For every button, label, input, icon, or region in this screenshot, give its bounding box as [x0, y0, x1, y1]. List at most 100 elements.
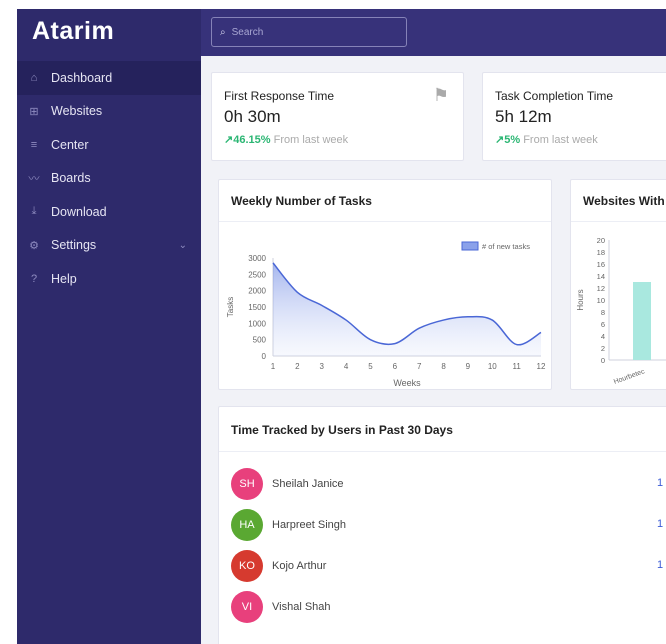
legend-swatch	[461, 241, 479, 251]
sidebar-item-settings[interactable]: ⚙ Settings ⌄	[17, 229, 201, 263]
search-input[interactable]: ⌕ Search	[211, 17, 407, 47]
sidebar-item-label: Help	[51, 271, 77, 286]
gear-icon: ⚙	[29, 239, 39, 252]
y-tick-label: 2000	[248, 287, 266, 296]
avatar: VI	[231, 591, 263, 623]
weekly-tasks-chart: 0500100015002000250030001 2 3 4 5 6 7 8 9 10 11 12W…	[226, 241, 546, 388]
download-icon: ⤓	[31, 205, 37, 218]
series-area	[273, 262, 541, 356]
websites-card: Websites With 0 2 4 6 8 10 12 14 16 18 20 Hours Hour…	[570, 179, 666, 390]
list-icon: ≡	[30, 138, 38, 151]
websites-chart: 0 2 4 6 8 10 12 14 16 18 20 Hours Hourbetec	[576, 236, 666, 386]
time-tracked-card: Time Tracked by Users in Past 30 Days SH…	[218, 406, 666, 644]
sidebar-item-label: Dashboard	[51, 70, 113, 85]
legend-label: # of new tasks	[482, 242, 530, 251]
avatar: KO	[231, 550, 263, 582]
y-tick-label: 1000	[248, 319, 266, 328]
bar	[633, 282, 651, 360]
user-value: 1	[657, 477, 664, 489]
y-tick-label: 500	[253, 336, 267, 345]
y-tick-label: 1500	[248, 303, 266, 312]
sidebar-item-label: Download	[51, 204, 107, 219]
y-tick-label: 4	[601, 332, 605, 341]
x-tick-label: 12	[537, 362, 546, 371]
sidebar-item-help[interactable]: ? Help	[17, 262, 201, 296]
stat-title: Task Completion Time	[495, 89, 614, 103]
user-value: 1	[657, 518, 664, 530]
atarim-logo[interactable]: Atarim	[32, 17, 114, 46]
stat-trend: ↗46.15% From last week	[224, 133, 348, 146]
user-value: 1	[657, 559, 664, 571]
y-tick-label: 12	[597, 284, 605, 293]
y-tick-label: 14	[597, 272, 605, 281]
user-row[interactable]: HA Harpreet Singh	[231, 509, 346, 541]
checkered-flag-icon: ⚑	[432, 85, 449, 105]
sidebar-item-center[interactable]: ≡ Center	[17, 128, 201, 162]
grid-icon: ⊞	[29, 105, 39, 118]
y-tick-label: 3000	[248, 254, 266, 263]
task-completion-card: Task Completion Time 5h 12m ↗5% From las…	[482, 72, 666, 161]
y-axis-label: Hours	[576, 289, 585, 310]
stat-trend: ↗5% From last week	[495, 133, 598, 146]
user-row[interactable]: SH Sheilah Janice	[231, 468, 344, 500]
x-axis-label: Weeks	[393, 378, 421, 388]
x-tick-label: 2	[295, 362, 300, 371]
y-tick-label: 0	[262, 352, 267, 361]
x-tick-label: 4	[344, 362, 349, 371]
x-tick-label: 11	[512, 362, 521, 371]
sidebar-item-label: Boards	[51, 171, 91, 186]
trend-up-icon: ↗	[224, 134, 234, 146]
user-name: Kojo Arthur	[272, 560, 327, 572]
y-tick-label: 18	[597, 248, 605, 257]
avatar: SH	[231, 468, 263, 500]
sidebar-item-label: Center	[51, 137, 89, 152]
x-tick-label: 9	[466, 362, 471, 371]
trend-up-icon: ↗	[495, 134, 505, 146]
y-tick-label: 8	[601, 308, 605, 317]
wave-icon: 〰	[28, 173, 40, 186]
sidebar-item-dashboard[interactable]: ⌂ Dashboard	[17, 61, 201, 95]
search-placeholder: Search	[231, 26, 264, 38]
stat-value: 0h 30m	[224, 107, 281, 126]
y-axis-label: Tasks	[226, 297, 235, 317]
trend-value: 5%	[504, 134, 521, 146]
stat-value: 5h 12m	[495, 107, 552, 126]
user-name: Harpreet Singh	[272, 519, 346, 531]
search-icon: ⌕	[220, 26, 226, 38]
help-icon: ?	[30, 272, 38, 285]
sidebar-item-download[interactable]: ⤓ Download	[17, 195, 201, 229]
x-tick-label: 1	[271, 362, 276, 371]
card-title: Time Tracked by Users in Past 30 Days	[231, 423, 453, 437]
stat-title: First Response Time	[224, 89, 335, 103]
y-tick-label: 10	[597, 296, 605, 305]
sidebar-item-label: Websites	[51, 104, 103, 119]
y-tick-label: 0	[601, 356, 605, 365]
sidebar-item-boards[interactable]: 〰 Boards	[17, 162, 201, 196]
user-name: Sheilah Janice	[272, 478, 344, 490]
weekly-tasks-card: Weekly Number of Tasks 0 500 1000 1500 2000 2…	[218, 179, 552, 390]
sidebar-item-websites[interactable]: ⊞ Websites	[17, 95, 201, 129]
sidebar: Atarim ⌂ Dashboard ⊞ Websites ≡ Center 〰…	[17, 9, 201, 644]
chevron-down-icon: ⌄	[178, 239, 187, 251]
x-tick-label: 10	[488, 362, 497, 371]
user-row[interactable]: KO Kojo Arthur	[231, 550, 326, 582]
x-tick-label: 8	[441, 362, 446, 371]
app-frame: Atarim ⌂ Dashboard ⊞ Websites ≡ Center 〰…	[17, 9, 666, 644]
y-tick-label: 20	[597, 236, 605, 245]
y-tick-label: 16	[597, 260, 605, 269]
trend-value: 46.15%	[233, 134, 271, 146]
x-tick-label: 3	[320, 362, 325, 371]
x-tick-label: Hourbetec	[613, 368, 646, 386]
divider	[219, 451, 666, 452]
y-tick-label: 2500	[248, 270, 266, 279]
first-response-card: First Response Time 0h 30m ↗46.15% From …	[211, 72, 464, 161]
x-tick-label: 5	[368, 362, 373, 371]
y-tick-label: 6	[601, 320, 605, 329]
sidebar-item-label: Settings	[51, 238, 97, 253]
trend-text: From last week	[273, 134, 349, 146]
user-row[interactable]: VI Vishal Shah	[231, 591, 331, 623]
x-tick-label: 6	[393, 362, 398, 371]
top-bar: ⌕ Search	[201, 9, 666, 56]
sidebar-nav: ⌂ Dashboard ⊞ Websites ≡ Center 〰 Boards…	[17, 61, 201, 296]
user-name: Vishal Shah	[272, 601, 331, 613]
